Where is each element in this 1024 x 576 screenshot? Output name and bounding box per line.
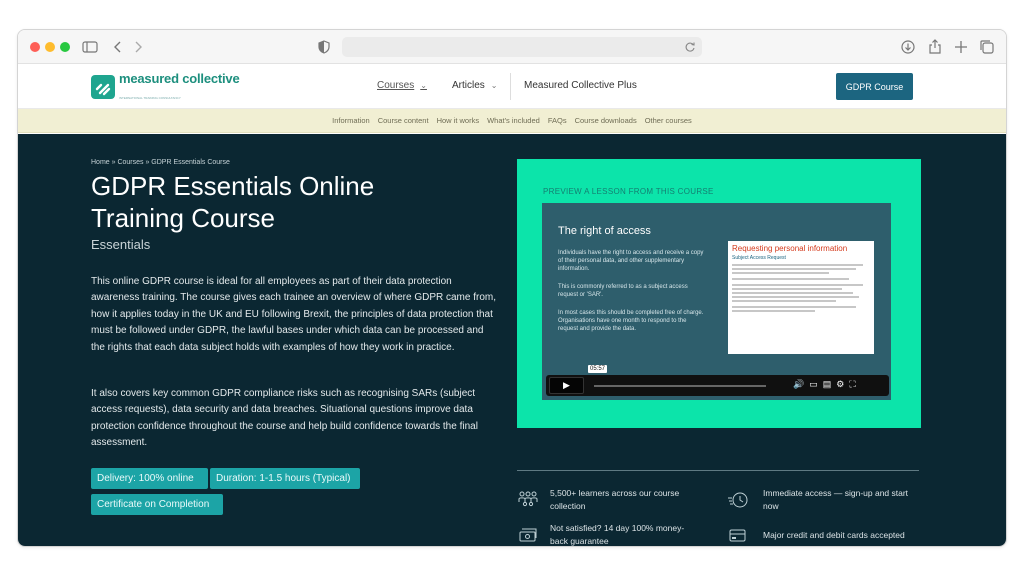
close-window-button[interactable]: [30, 42, 40, 52]
document-heading: Requesting personal information: [732, 244, 848, 253]
feature-cards-accepted: Major credit and debit cards accepted: [763, 530, 905, 540]
document-subheading: Subject Access Request: [732, 255, 786, 261]
minimize-window-button[interactable]: [45, 42, 55, 52]
browser-window: measured collective INTERNATIONAL TRAINI…: [17, 29, 1007, 547]
sidebar-icon[interactable]: [81, 38, 99, 56]
forward-icon[interactable]: [129, 38, 147, 56]
delivery-badge: Delivery: 100% online: [91, 468, 208, 489]
hero-section: Home » Courses » GDPR Essentials Course …: [18, 134, 1006, 546]
document-line: [732, 288, 843, 290]
play-button[interactable]: ▶: [549, 377, 584, 394]
document-line: [732, 296, 859, 298]
document-line: [732, 310, 815, 312]
back-icon[interactable]: [109, 38, 127, 56]
logo-text[interactable]: measured collective: [119, 72, 240, 85]
fullscreen-icon[interactable]: ⛶: [849, 379, 860, 389]
section-subnav: Information Course content How it works …: [18, 109, 1006, 133]
document-line: [732, 292, 854, 294]
subnav-other-courses[interactable]: Other courses: [645, 116, 692, 125]
feature-money-back: Not satisfied? 14 day 100% money-back gu…: [550, 523, 685, 546]
zoom-window-button[interactable]: [60, 42, 70, 52]
subnav-how-it-works[interactable]: How it works: [437, 116, 480, 125]
slide-text: This is commonly referred to as a subjec…: [558, 284, 688, 298]
privacy-shield-icon[interactable]: [315, 38, 333, 56]
nav-divider: [510, 73, 511, 100]
slide-title: The right of access: [558, 225, 651, 237]
subnav-information[interactable]: Information: [332, 116, 370, 125]
feature-immediate-access: Immediate access — sign-up and start now: [763, 488, 909, 511]
document-line: [732, 264, 864, 266]
nav-articles[interactable]: Articles ⌄: [452, 80, 498, 91]
share-icon[interactable]: [926, 38, 944, 56]
duration-badge: Duration: 1-1.5 hours (Typical): [210, 468, 360, 489]
page-subtitle: Essentials: [91, 237, 151, 252]
feature-learners: 5,500+ learners across our course collec…: [550, 488, 680, 511]
document-line: [732, 300, 836, 302]
subnav-faqs[interactable]: FAQs: [548, 116, 567, 125]
lesson-video[interactable]: The right of access Individuals have the…: [542, 203, 891, 400]
features-divider: [517, 470, 919, 471]
gdpr-course-button[interactable]: GDPR Course: [836, 73, 913, 100]
subnav-whats-included[interactable]: What's included: [487, 116, 540, 125]
learners-icon: [518, 491, 538, 507]
page-title: GDPR Essentials Online Training Course: [91, 171, 375, 233]
certificate-badge: Certificate on Completion: [91, 494, 223, 515]
slide-document-image: Requesting personal information Subject …: [728, 241, 874, 354]
nav-courses[interactable]: Courses ⌄: [377, 80, 427, 91]
settings-gear-icon[interactable]: ⚙: [836, 379, 849, 389]
document-line: [732, 306, 857, 308]
video-timestamp: 05:57: [588, 365, 608, 373]
nav-measured-collective-plus[interactable]: Measured Collective Plus: [524, 80, 637, 91]
video-controls: ▶ 05:57 🔊▭▤⚙⛶: [546, 365, 889, 396]
document-line: [732, 272, 829, 274]
reload-icon[interactable]: [684, 41, 696, 53]
document-line: [732, 284, 864, 286]
logo-icon[interactable]: [91, 75, 115, 99]
browser-toolbar: [18, 30, 1006, 64]
document-line: [732, 268, 857, 270]
player-control-icons[interactable]: 🔊▭▤⚙⛶: [793, 379, 861, 390]
logo-tagline: INTERNATIONAL TRAINING CONSULTANCY: [119, 96, 181, 100]
chevron-down-icon: ⌄: [420, 81, 427, 90]
document-line: [732, 278, 850, 280]
lesson-preview-panel: PREVIEW A LESSON FROM THIS COURSE The ri…: [517, 159, 921, 428]
slide-text: In most cases this should be completed f…: [558, 310, 704, 332]
timer-icon: [728, 492, 748, 508]
breadcrumb[interactable]: Home » Courses » GDPR Essentials Course: [91, 159, 230, 166]
site-header: measured collective INTERNATIONAL TRAINI…: [18, 64, 1006, 109]
captions-icon[interactable]: ▭: [809, 379, 823, 389]
video-progress-bar[interactable]: [594, 385, 766, 387]
credit-card-icon: [729, 529, 746, 542]
address-bar[interactable]: [342, 37, 702, 57]
money-back-icon: [519, 528, 537, 542]
slide-text: Individuals have the right to access and…: [558, 250, 704, 272]
tab-overview-icon[interactable]: [978, 38, 996, 56]
subnav-course-downloads[interactable]: Course downloads: [575, 116, 637, 125]
subnav-course-content[interactable]: Course content: [378, 116, 429, 125]
chevron-down-icon: ⌄: [490, 81, 498, 90]
course-description-2: It also covers key common GDPR complianc…: [91, 388, 478, 449]
course-description-1: This online GDPR course is ideal for all…: [91, 276, 497, 353]
transcript-icon[interactable]: ▤: [823, 379, 837, 389]
download-icon[interactable]: [899, 38, 917, 56]
new-tab-icon[interactable]: [952, 38, 970, 56]
preview-label: PREVIEW A LESSON FROM THIS COURSE: [543, 187, 714, 196]
volume-icon[interactable]: 🔊: [793, 379, 809, 389]
